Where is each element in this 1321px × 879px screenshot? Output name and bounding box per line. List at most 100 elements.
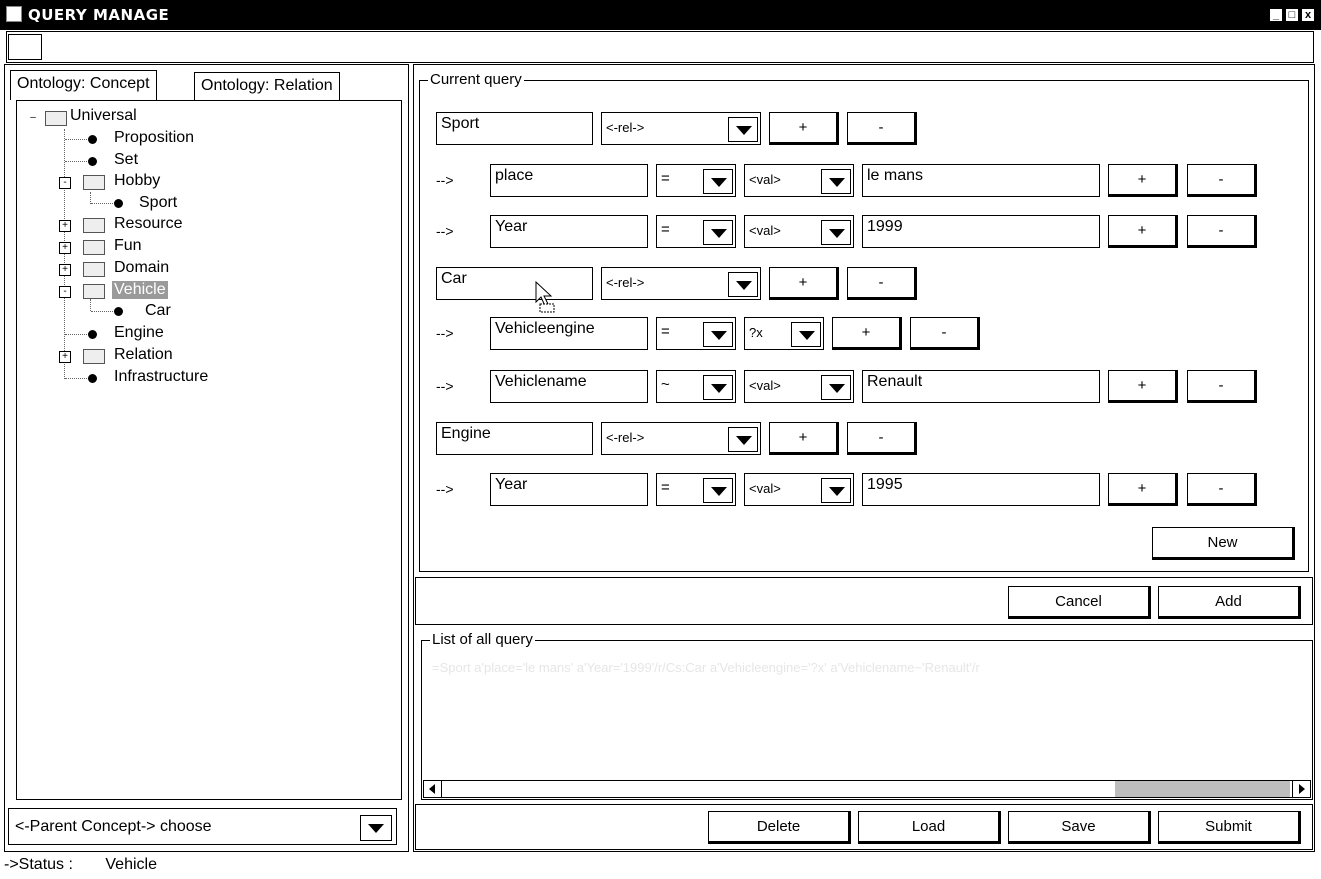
remove-row-button[interactable]: - (1187, 473, 1257, 506)
leaf-icon (114, 307, 123, 316)
remove-row-button[interactable]: - (1187, 164, 1257, 197)
tree-item-proposition[interactable]: Proposition (114, 129, 194, 147)
add-row-button[interactable]: + (1108, 473, 1178, 506)
collapse-icon[interactable]: – (28, 113, 38, 123)
tree-item-vehicle[interactable]: Vehicle (112, 281, 168, 299)
toolbar-button[interactable] (8, 34, 42, 60)
value-type-select[interactable]: <val> (744, 370, 854, 403)
value-type-select[interactable]: <val> (744, 473, 854, 506)
remove-row-button[interactable]: - (847, 112, 917, 145)
horizontal-scrollbar[interactable] (423, 780, 1311, 798)
row-arrow: --> (436, 172, 454, 188)
scroll-left-icon[interactable] (424, 781, 442, 797)
add-button[interactable]: Add (1158, 586, 1301, 619)
remove-row-button[interactable]: - (910, 317, 980, 350)
chevron-down-icon[interactable] (703, 375, 733, 400)
tree-item-relation[interactable]: Relation (114, 346, 173, 364)
chevron-down-icon[interactable] (791, 322, 821, 347)
add-row-button[interactable]: + (1108, 164, 1178, 197)
add-row-button[interactable]: + (1108, 215, 1178, 248)
chevron-down-icon[interactable] (821, 375, 851, 400)
relation-select[interactable]: <-rel-> (601, 112, 761, 145)
minimize-icon[interactable]: _ (1269, 8, 1283, 22)
delete-button[interactable]: Delete (708, 811, 851, 844)
value-field[interactable]: Renault (862, 370, 1100, 403)
value-field[interactable]: 1999 (862, 215, 1100, 248)
tree-item-car[interactable]: Car (145, 302, 171, 320)
query-list-text[interactable]: =Sport a'place='le mans' a'Year='1999'/r… (432, 660, 1312, 675)
remove-row-button[interactable]: - (847, 422, 917, 455)
operator-select[interactable]: = (656, 473, 736, 506)
relation-select[interactable]: <-rel-> (601, 267, 761, 300)
new-query-button[interactable]: New (1152, 527, 1295, 560)
remove-row-button[interactable]: - (1187, 215, 1257, 248)
collapse-icon[interactable]: - (59, 286, 71, 298)
chevron-down-icon[interactable] (821, 220, 851, 245)
save-button[interactable]: Save (1008, 811, 1151, 844)
chevron-down-icon[interactable] (728, 272, 758, 297)
attribute-field[interactable]: place (490, 164, 648, 197)
concept-field[interactable]: Engine (436, 422, 593, 455)
load-button[interactable]: Load (858, 811, 1001, 844)
attribute-field[interactable]: Year (490, 473, 648, 506)
expand-icon[interactable]: + (59, 264, 71, 276)
chevron-down-icon[interactable] (821, 478, 851, 503)
chevron-down-icon[interactable] (821, 169, 851, 194)
tree-item-infrastructure[interactable]: Infrastructure (114, 368, 208, 386)
chevron-down-icon[interactable] (703, 322, 733, 347)
parent-concept-select[interactable]: <-Parent Concept-> choose (8, 808, 397, 845)
value-type-select[interactable]: ?x (744, 317, 824, 350)
relation-select[interactable]: <-rel-> (601, 422, 761, 455)
add-row-button[interactable]: + (769, 112, 839, 145)
add-row-button[interactable]: + (1108, 370, 1178, 403)
add-row-button[interactable]: + (769, 267, 839, 300)
operator-select[interactable]: = (656, 215, 736, 248)
remove-row-button[interactable]: - (1187, 370, 1257, 403)
concept-field[interactable]: Car (436, 267, 593, 300)
attribute-field[interactable]: Year (490, 215, 648, 248)
scroll-right-icon[interactable] (1292, 781, 1310, 797)
tab-ontology-relation[interactable]: Ontology: Relation (194, 72, 340, 101)
tree-item-engine[interactable]: Engine (114, 324, 164, 342)
tree-item-fun[interactable]: Fun (114, 237, 142, 255)
value-field[interactable]: le mans (862, 164, 1100, 197)
folder-icon (83, 240, 105, 255)
add-row-button[interactable]: + (832, 317, 902, 350)
maximize-icon[interactable]: □ (1285, 8, 1299, 22)
add-row-button[interactable]: + (769, 422, 839, 455)
expand-icon[interactable]: + (59, 242, 71, 254)
chevron-down-icon[interactable] (703, 220, 733, 245)
tree-item-set[interactable]: Set (114, 151, 138, 169)
chevron-down-icon[interactable] (728, 427, 758, 452)
value-type-select[interactable]: <val> (744, 164, 854, 197)
chevron-down-icon[interactable] (703, 169, 733, 194)
expand-icon[interactable]: + (59, 351, 71, 363)
tree-item-resource[interactable]: Resource (114, 215, 182, 233)
chevron-down-icon[interactable] (728, 117, 758, 142)
chevron-down-icon[interactable] (360, 815, 392, 841)
scroll-track[interactable] (1115, 781, 1290, 797)
cancel-button[interactable]: Cancel (1008, 586, 1151, 619)
remove-row-button[interactable]: - (847, 267, 917, 300)
submit-button[interactable]: Submit (1158, 811, 1301, 844)
tree-item-sport[interactable]: Sport (139, 194, 177, 212)
tree-item-domain[interactable]: Domain (114, 259, 169, 277)
tree-item-universal[interactable]: Universal (70, 107, 137, 125)
scroll-thumb[interactable] (443, 781, 1115, 797)
concept-field[interactable]: Sport (436, 112, 593, 145)
operator-select[interactable]: = (656, 164, 736, 197)
title-bar: QUERY MANAGE _ □ x (0, 0, 1321, 30)
value-field[interactable]: 1995 (862, 473, 1100, 506)
attribute-field[interactable]: Vehiclename (490, 370, 648, 403)
collapse-icon[interactable]: - (59, 177, 71, 189)
operator-select[interactable]: ~ (656, 370, 736, 403)
tab-ontology-concept[interactable]: Ontology: Concept (10, 70, 157, 100)
app-icon[interactable] (6, 6, 22, 22)
attribute-field[interactable]: Vehicleengine (490, 317, 648, 350)
close-icon[interactable]: x (1301, 8, 1315, 22)
chevron-down-icon[interactable] (703, 478, 733, 503)
operator-select[interactable]: = (656, 317, 736, 350)
tree-item-hobby[interactable]: Hobby (114, 172, 160, 190)
value-type-select[interactable]: <val> (744, 215, 854, 248)
expand-icon[interactable]: + (59, 220, 71, 232)
